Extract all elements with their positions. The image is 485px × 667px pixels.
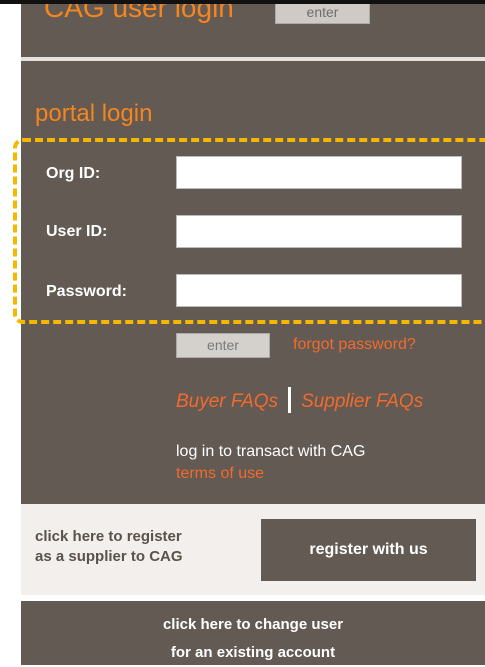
change-user-link[interactable]: click here to change user for an existin… [21,611,485,667]
register-prompt-line1: click here to register [35,528,182,545]
portal-login-title: portal login [35,100,153,127]
terms-of-use-link[interactable]: terms of use [176,465,264,483]
org-id-input[interactable] [176,156,462,189]
transact-text: log in to transact with CAG [176,443,366,460]
register-prompt: click here to register as a supplier to … [35,527,183,567]
buyer-faqs-link[interactable]: Buyer FAQs [176,391,278,412]
portal-enter-button[interactable]: enter [176,333,270,358]
register-with-us-button[interactable]: register with us [261,519,476,581]
cag-enter-button[interactable]: enter [275,4,370,24]
change-user-panel[interactable]: click here to change user for an existin… [21,601,485,665]
cag-login-title: CAG user login [44,4,234,23]
user-id-input[interactable] [176,215,462,248]
change-user-line1: click here to change user [162,616,344,633]
password-input[interactable] [176,274,462,307]
user-id-label: User ID: [46,223,108,240]
forgot-password-link[interactable]: forgot password? [293,336,416,354]
register-prompt-line2: as a supplier to CAG [35,548,183,565]
password-label: Password: [46,283,127,300]
portal-login-panel: portal login Org ID: User ID: Password: … [21,61,485,504]
supplier-faqs-link[interactable]: Supplier FAQs [301,391,423,412]
change-user-line2: for an existing account [170,644,336,661]
register-section: click here to register as a supplier to … [21,504,485,595]
faq-links: Buyer FAQs Supplier FAQs [176,387,423,413]
org-id-label: Org ID: [46,165,101,182]
cag-user-login-panel: CAG user login enter [21,4,485,57]
faq-separator [288,387,292,413]
